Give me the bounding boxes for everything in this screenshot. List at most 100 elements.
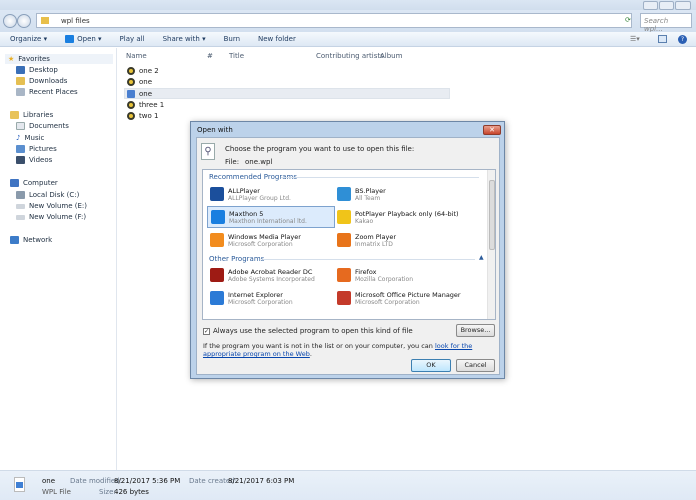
program-company: Maxthon International ltd.: [229, 217, 307, 225]
file-name: two 1: [139, 111, 159, 120]
cancel-button[interactable]: Cancel: [456, 359, 495, 372]
collapse-icon[interactable]: ▲: [479, 254, 484, 261]
nav-label: New Volume (F:): [29, 213, 87, 221]
close-button[interactable]: [675, 1, 691, 10]
always-use-checkbox[interactable]: ✓: [203, 327, 210, 335]
preview-pane-icon[interactable]: [658, 35, 667, 43]
program-name: Adobe Acrobat Reader DC: [228, 267, 313, 276]
play-all-button[interactable]: Play all: [120, 35, 145, 43]
share-with-button[interactable]: Share with ▾: [163, 35, 206, 43]
program-icon: [210, 291, 224, 305]
browse-button[interactable]: Browse...: [456, 324, 495, 337]
program-item[interactable]: ALLPlayer ALLPlayer Group Ltd.: [207, 183, 335, 205]
nav-label: Documents: [29, 122, 69, 130]
dialog-close-button[interactable]: ✕: [483, 125, 501, 135]
wpl-file-icon: [127, 89, 135, 98]
address-text: wpl files: [61, 17, 90, 25]
dialog-prompt: Choose the program you want to use to op…: [225, 145, 415, 153]
column-name[interactable]: Name: [126, 52, 147, 60]
address-bar[interactable]: wpl files: [36, 13, 632, 28]
audio-file-icon: [127, 77, 135, 86]
other-programs-header[interactable]: Other Programs: [209, 255, 264, 263]
program-item[interactable]: PotPlayer Playback only (64-bit) Kakao: [334, 206, 462, 228]
program-item[interactable]: Internet Explorer Microsoft Corporation: [207, 287, 335, 309]
program-list-scrollbar[interactable]: [487, 170, 495, 319]
file-row[interactable]: one: [127, 76, 152, 87]
file-name: one: [139, 77, 153, 86]
forward-button[interactable]: [17, 14, 31, 28]
nav-network[interactable]: Network: [10, 236, 52, 244]
nav-label: Downloads: [29, 77, 68, 85]
music-icon: ♪: [16, 134, 21, 142]
column-contributing-artists[interactable]: Contributing artists: [316, 52, 384, 60]
ok-button[interactable]: OK: [411, 359, 451, 372]
nav-label: Pictures: [29, 145, 57, 153]
help-text-block: If the program you want is not in the li…: [203, 342, 473, 358]
nav-label: Computer: [23, 179, 58, 187]
nav-videos[interactable]: Videos: [16, 156, 52, 164]
toolbar: Organize ▾ Open ▾ Play all Share with ▾ …: [0, 32, 696, 47]
back-button[interactable]: [3, 14, 17, 28]
drive-icon: [16, 203, 25, 209]
nav-label: Videos: [29, 156, 53, 164]
column-number[interactable]: #: [207, 52, 213, 60]
nav-downloads[interactable]: Downloads: [16, 77, 67, 85]
burn-button[interactable]: Burn: [224, 35, 240, 43]
size-value: 426 bytes: [114, 488, 149, 496]
nav-recent-places[interactable]: Recent Places: [16, 88, 78, 96]
nav-local-disk-c[interactable]: Local Disk (C:): [16, 191, 79, 199]
program-name: Windows Media Player: [228, 232, 301, 241]
program-item[interactable]: Windows Media Player Microsoft Corporatio…: [207, 229, 335, 251]
nav-computer[interactable]: Computer: [10, 179, 58, 187]
program-item[interactable]: Maxthon 5 Maxthon International ltd.: [207, 206, 335, 228]
nav-label: Network: [23, 236, 53, 244]
program-item[interactable]: BS.Player All Team: [334, 183, 462, 205]
open-button[interactable]: Open ▾: [65, 35, 102, 43]
nav-volume-f[interactable]: New Volume (F:): [16, 213, 86, 221]
minimize-button[interactable]: [643, 1, 658, 10]
selected-row-highlight: [124, 88, 450, 99]
program-company: Microsoft Corporation: [355, 298, 420, 306]
refresh-icon[interactable]: ⟳: [625, 16, 631, 24]
nav-libraries[interactable]: Libraries: [10, 111, 53, 119]
nav-label: Favorites: [18, 55, 50, 63]
organize-button[interactable]: Organize ▾: [10, 35, 47, 43]
detail-type: WPL File: [42, 488, 71, 496]
nav-pictures[interactable]: Pictures: [16, 145, 57, 153]
open-with-dialog: Open with ✕ ⚲ Choose the program you wan…: [190, 121, 505, 379]
computer-icon: [10, 179, 19, 187]
nav-desktop[interactable]: Desktop: [16, 66, 58, 74]
nav-label: Desktop: [29, 66, 58, 74]
details-pane: one WPL File Date modified: 8/21/2017 5:…: [0, 470, 696, 500]
help-icon[interactable]: ?: [678, 35, 687, 44]
scroll-thumb[interactable]: [489, 180, 495, 250]
wpl-file-icon: [14, 477, 25, 492]
file-row-selected[interactable]: one: [127, 88, 152, 99]
file-row[interactable]: three 1: [127, 99, 164, 110]
nav-volume-e[interactable]: New Volume (E:): [16, 202, 87, 210]
nav-favorites[interactable]: ★ Favorites: [5, 54, 113, 64]
always-use-checkbox-row[interactable]: ✓ Always use the selected program to ope…: [203, 327, 413, 335]
nav-music[interactable]: ♪ Music: [16, 134, 44, 142]
program-item[interactable]: Zoom Player Inmatrix LTD: [334, 229, 462, 251]
column-album[interactable]: Album: [380, 52, 402, 60]
program-list: Recommended Programs ALLPlayer ALLPlayer …: [202, 169, 496, 320]
program-item[interactable]: Firefox Mozilla Corporation: [334, 264, 462, 286]
file-row[interactable]: two 1: [127, 110, 158, 121]
program-icon: [211, 210, 225, 224]
view-options-icon[interactable]: ☰▾: [630, 35, 640, 43]
restore-button[interactable]: [659, 1, 674, 10]
program-icon: [337, 268, 351, 282]
program-company: All Team: [355, 194, 381, 202]
new-folder-button[interactable]: New folder: [258, 35, 296, 43]
maxthon-icon: [65, 35, 75, 43]
search-input[interactable]: Search wpl...: [640, 13, 692, 33]
program-item[interactable]: Microsoft Office Picture Manager Microsof…: [334, 287, 462, 309]
file-row[interactable]: one 2: [127, 65, 159, 76]
audio-file-icon: [127, 66, 135, 75]
nav-documents[interactable]: Documents: [16, 122, 69, 130]
program-name: BS.Player: [355, 186, 386, 195]
program-item[interactable]: Adobe Acrobat Reader DC Adobe Systems Inc…: [207, 264, 335, 286]
program-name: Firefox: [355, 267, 377, 276]
column-title[interactable]: Title: [229, 52, 244, 60]
